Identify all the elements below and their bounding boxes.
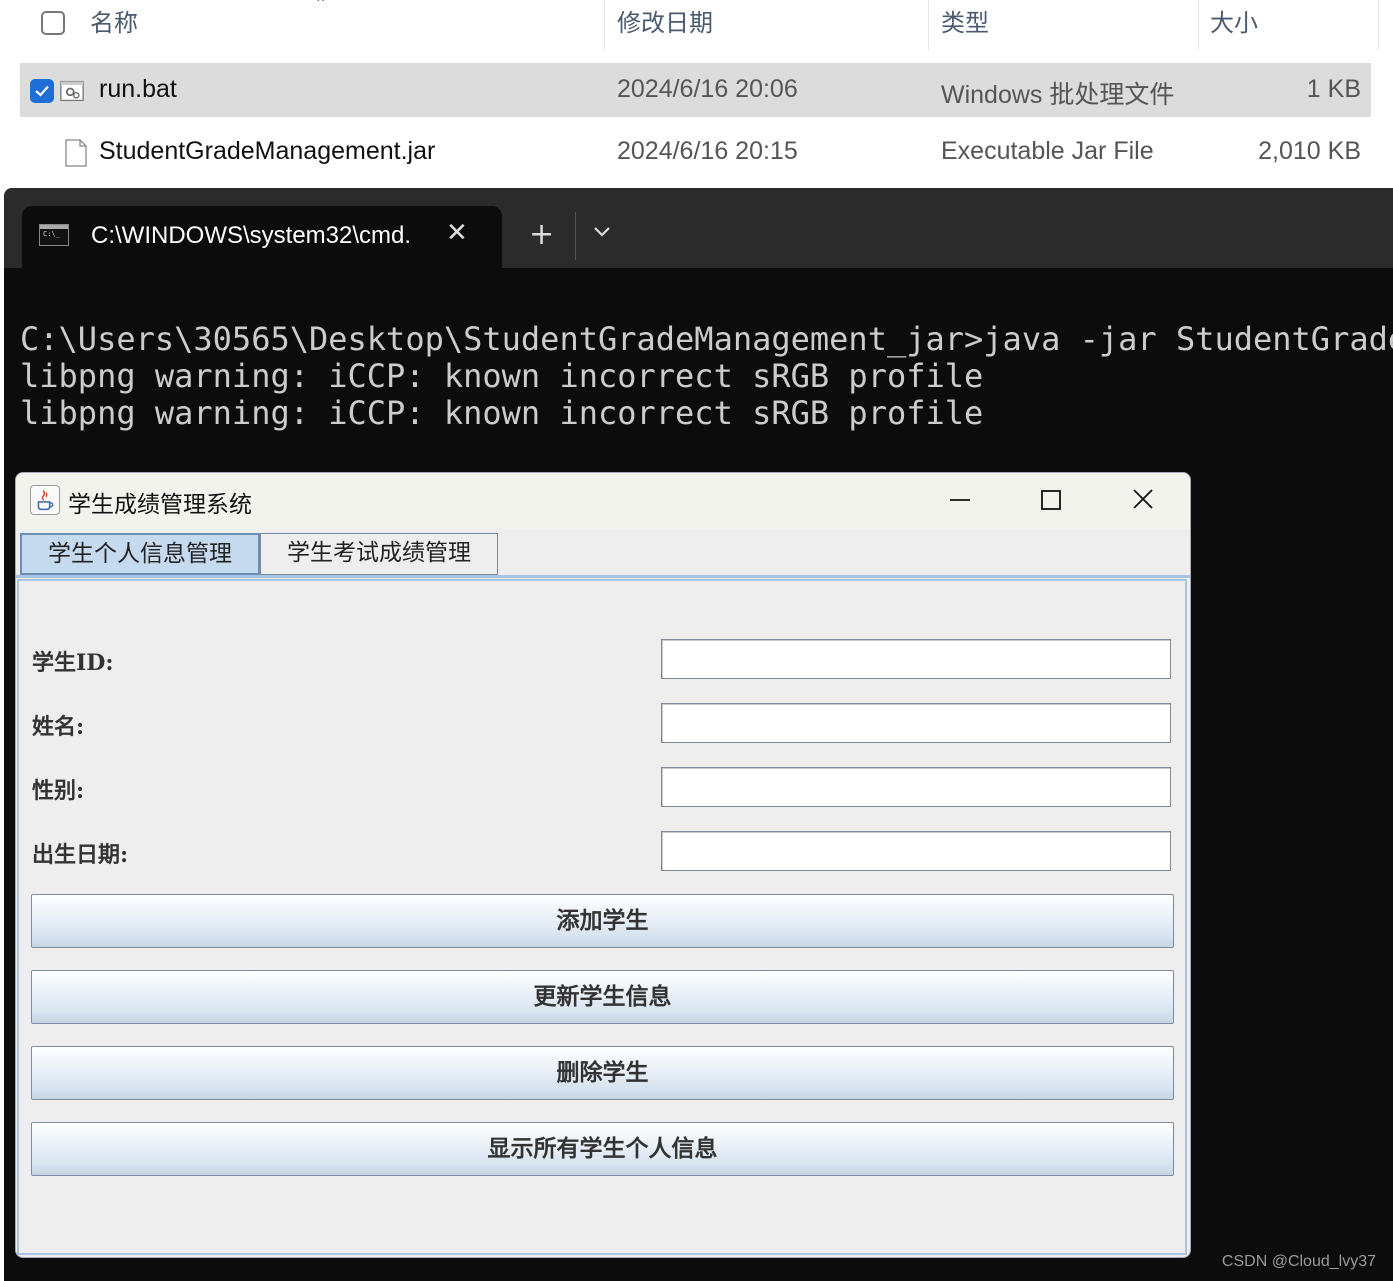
console-output[interactable]: C:\Users\30565\Desktop\StudentGradeManag… xyxy=(20,321,1393,432)
file-size: 1 KB xyxy=(1306,75,1361,103)
tab-student-info[interactable]: 学生个人信息管理 xyxy=(20,533,260,575)
file-modified-date: 2024/6/16 20:06 xyxy=(617,75,798,103)
student-id-label: 学生ID: xyxy=(32,650,114,676)
terminal-tab[interactable]: C:\_ C:\WINDOWS\system32\cmd. ✕ xyxy=(22,206,502,268)
file-type: Executable Jar File xyxy=(941,137,1154,165)
java-cup-icon xyxy=(30,485,60,515)
file-size: 2,010 KB xyxy=(1258,137,1361,165)
sort-caret-icon: ⌃ xyxy=(314,0,328,13)
checkmark-icon xyxy=(35,85,49,97)
jar-file-icon xyxy=(65,139,87,167)
maximize-icon[interactable] xyxy=(1039,487,1063,513)
batch-file-icon xyxy=(60,80,84,102)
minimize-icon[interactable] xyxy=(948,487,972,513)
gender-label: 性别: xyxy=(32,778,85,804)
cmd-icon-text: C:\_ xyxy=(43,230,60,238)
file-row-jar[interactable]: StudentGradeManagement.jar 2024/6/16 20:… xyxy=(20,125,1371,179)
add-student-button[interactable]: 添加学生 xyxy=(31,894,1174,948)
console-line: libpng warning: iCCP: known incorrect sR… xyxy=(20,394,984,432)
watermark: CSDN @Cloud_lvy37 xyxy=(1221,1253,1376,1270)
app-title-bar[interactable]: 学生成绩管理系统 xyxy=(16,473,1190,529)
show-all-students-button[interactable]: 显示所有学生个人信息 xyxy=(31,1122,1174,1176)
column-header-type[interactable]: 类型 xyxy=(941,0,989,50)
student-info-panel: 学生ID: 姓名: 性别: 出生日期: 添加学生 更新学生信息 删除学生 显示所… xyxy=(17,579,1187,1255)
row-checkbox-checked[interactable] xyxy=(30,79,54,103)
new-tab-plus-icon[interactable]: + xyxy=(529,215,554,255)
tab-divider xyxy=(575,212,576,260)
delete-student-button[interactable]: 删除学生 xyxy=(31,1046,1174,1100)
console-line: C:\Users\30565\Desktop\StudentGradeManag… xyxy=(20,320,1393,358)
file-name: StudentGradeManagement.jar xyxy=(99,137,436,165)
close-icon[interactable] xyxy=(1131,487,1155,513)
column-header-modified[interactable]: 修改日期 xyxy=(617,0,713,50)
birth-date-input[interactable] xyxy=(661,831,1171,871)
gender-input[interactable] xyxy=(661,767,1171,807)
column-header-name[interactable]: 名称 xyxy=(90,0,138,50)
student-id-input[interactable] xyxy=(661,639,1171,679)
birth-date-label: 出生日期: xyxy=(32,842,129,868)
app-tabs: 学生个人信息管理 学生考试成绩管理 xyxy=(20,529,1190,577)
file-modified-date: 2024/6/16 20:15 xyxy=(617,137,798,165)
close-tab-icon[interactable]: ✕ xyxy=(446,218,468,248)
terminal-tab-title: C:\WINDOWS\system32\cmd. xyxy=(91,222,412,249)
file-name: run.bat xyxy=(99,75,177,103)
student-grade-app-window[interactable]: 学生成绩管理系统 学生个人信息管理 学生考试成绩管理 学生ID: 姓名: 性别:… xyxy=(15,472,1191,1258)
file-row-run-bat[interactable]: run.bat 2024/6/16 20:06 Windows 批处理文件 1 … xyxy=(20,63,1371,117)
name-label: 姓名: xyxy=(32,714,85,740)
update-student-button[interactable]: 更新学生信息 xyxy=(31,970,1174,1024)
select-all-checkbox[interactable] xyxy=(41,11,65,35)
tab-exam-grades[interactable]: 学生考试成绩管理 xyxy=(260,533,498,575)
cmd-icon: C:\_ xyxy=(39,224,69,246)
file-explorer-list: 名称 ⌃ 修改日期 类型 大小 run.bat 2024/6/16 20:06 … xyxy=(0,0,1393,190)
column-header-size[interactable]: 大小 xyxy=(1210,0,1258,50)
file-type: Windows 批处理文件 xyxy=(941,81,1175,109)
console-line: libpng warning: iCCP: known incorrect sR… xyxy=(20,357,984,395)
column-divider[interactable] xyxy=(928,0,929,50)
tab-underline xyxy=(16,575,1190,578)
name-input[interactable] xyxy=(661,703,1171,743)
column-divider[interactable] xyxy=(1198,0,1199,50)
column-divider[interactable] xyxy=(604,0,605,50)
app-title: 学生成绩管理系统 xyxy=(68,492,252,518)
chevron-down-icon[interactable] xyxy=(592,224,612,238)
column-divider[interactable] xyxy=(1378,0,1379,50)
terminal-tab-bar: C:\_ C:\WINDOWS\system32\cmd. ✕ + xyxy=(4,188,1393,268)
